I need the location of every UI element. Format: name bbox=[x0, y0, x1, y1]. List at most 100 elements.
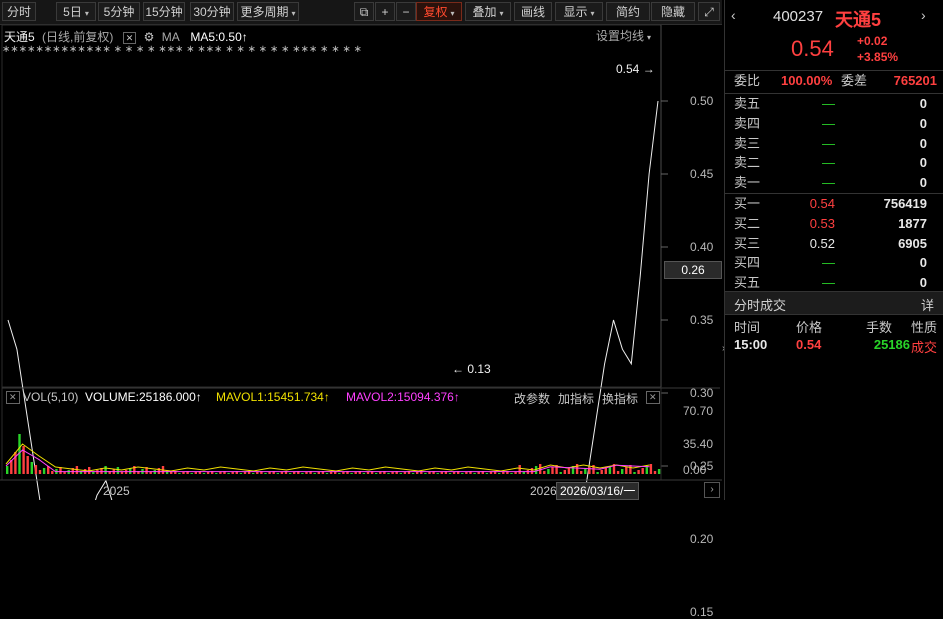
toolbar-tab[interactable]: 显示 ▾ bbox=[555, 2, 603, 21]
level-label: 卖三 bbox=[734, 135, 761, 151]
toolbar-tab[interactable]: 更多周期 ▾ bbox=[237, 2, 299, 21]
volume-bar bbox=[416, 472, 419, 474]
sell-level-row[interactable]: 卖四 — 0 bbox=[725, 114, 943, 134]
volume-bar bbox=[354, 472, 357, 474]
volume-bar bbox=[399, 473, 402, 474]
volume-bar bbox=[317, 472, 320, 474]
toolbar-tab[interactable]: 复权 ▾ bbox=[416, 2, 462, 21]
volume-bar bbox=[149, 472, 152, 474]
toolbar-tab[interactable]: 分时 bbox=[2, 2, 36, 21]
price-tick-label: 0.20 bbox=[690, 532, 714, 546]
level-label: 买三 bbox=[734, 235, 761, 251]
forward-icon[interactable]: › bbox=[921, 7, 926, 23]
chart-toolbar: 分时 5日 ▾ 5分钟 15分钟 30分钟 更多周期 ▾ 复权 ▾ 叠加 ▾ 画线 显示 ▾ 简约 隐藏 ⧉ +… bbox=[0, 0, 722, 25]
mavol2-value: MAVOL2:15094.376↑ bbox=[346, 390, 460, 404]
volume-bar bbox=[588, 467, 591, 474]
sell-level-row[interactable]: 卖二 — 0 bbox=[725, 153, 943, 173]
toolbar-tab[interactable]: 30分钟 bbox=[190, 2, 234, 21]
gear-icon[interactable]: ⚙ bbox=[144, 30, 155, 44]
volume-bar bbox=[637, 470, 640, 474]
level-label: 买一 bbox=[734, 196, 761, 211]
volume-bar bbox=[559, 472, 562, 474]
buy-level-row[interactable]: 买三 0.52 6905 bbox=[725, 234, 943, 254]
mavol1-value: MAVOL1:15451.734↑ bbox=[216, 390, 330, 404]
sell-level-row[interactable]: 卖一 — 0 bbox=[725, 173, 943, 193]
trades-column-header: 时间 bbox=[734, 320, 761, 335]
price-tick-label: 0.15 bbox=[690, 605, 714, 619]
volume-bar bbox=[38, 470, 42, 474]
fullscreen-icon[interactable]: ⤢ bbox=[698, 2, 720, 21]
level-volume: 0 bbox=[919, 275, 927, 291]
volume-bar bbox=[170, 472, 173, 474]
toolbar-tab[interactable]: 5日 ▾ bbox=[56, 2, 96, 21]
ma-settings-button[interactable]: 设置均线 ▾ bbox=[596, 27, 651, 44]
volume-bar bbox=[551, 467, 554, 474]
volume-bar bbox=[92, 472, 95, 474]
zoom-in-icon[interactable]: + bbox=[375, 2, 395, 21]
volume-bar bbox=[34, 465, 38, 474]
volume-bar bbox=[157, 468, 161, 474]
close-icon[interactable]: ✕ bbox=[646, 391, 660, 404]
chevron-down-icon: ▾ bbox=[499, 9, 504, 18]
close-icon[interactable]: ✕ bbox=[6, 391, 20, 404]
level-label: 卖二 bbox=[734, 155, 761, 171]
volume-bar bbox=[567, 468, 571, 474]
stock-name-label: 天通5 bbox=[4, 30, 35, 44]
toolbar-tab[interactable]: 叠加 ▾ bbox=[465, 2, 511, 21]
chevron-right-icon[interactable]: › bbox=[704, 482, 720, 498]
volume-bar bbox=[633, 472, 636, 474]
level-price: — bbox=[822, 96, 835, 111]
quote-panel: ‹ 400237 天通5 › 0.54 +0.02 +3.85% 委比 100.… bbox=[724, 0, 943, 500]
chevron-down-icon: ▾ bbox=[291, 9, 296, 18]
level-price: 0.53 bbox=[809, 215, 835, 231]
high-annotation: 0.54 → bbox=[616, 62, 655, 76]
detail-button[interactable]: 详 bbox=[921, 295, 934, 314]
add-indicator-button[interactable]: 加指标 bbox=[558, 390, 594, 407]
level-volume: 0 bbox=[919, 155, 927, 171]
toolbar-tab[interactable]: 隐藏 bbox=[651, 2, 695, 21]
buy-level-row[interactable]: 买五 — 0 bbox=[725, 273, 943, 293]
buy-level-row[interactable]: 买一 0.54 756419 bbox=[725, 194, 943, 214]
settings-icon[interactable]: ✕ bbox=[122, 32, 137, 44]
stock-name: 天通5 bbox=[835, 10, 882, 30]
trades-table-header: 时间 价格 手数 性质 bbox=[725, 317, 943, 335]
toolbar-tab[interactable]: 简约 bbox=[606, 2, 650, 21]
level-price: — bbox=[822, 275, 835, 291]
volume-bar bbox=[502, 472, 505, 474]
trade-price: 0.54 bbox=[796, 337, 822, 352]
toolbar-tab[interactable]: 画线 bbox=[514, 2, 552, 21]
price-chart[interactable] bbox=[0, 25, 722, 500]
volume-bar bbox=[436, 473, 439, 474]
volume-bar bbox=[190, 473, 193, 474]
toolbar-tab[interactable]: 5分钟 bbox=[98, 2, 140, 21]
zoom-out-icon[interactable]: − bbox=[396, 2, 416, 21]
sell-level-row[interactable]: 卖三 — 0 bbox=[725, 134, 943, 154]
volume-bar bbox=[288, 473, 292, 474]
level-volume: 0 bbox=[919, 135, 927, 151]
trade-row: 15:00 0.54 25186 成交 bbox=[725, 337, 943, 355]
level-label: 买五 bbox=[734, 275, 761, 291]
volume-bar bbox=[522, 472, 525, 474]
volume-bar bbox=[448, 473, 452, 474]
volume-bar bbox=[440, 472, 443, 474]
chevron-down-icon: ▾ bbox=[84, 9, 89, 18]
volume-tick-label: 0.00 bbox=[683, 463, 707, 477]
sell-level-row[interactable]: 卖五 — 0 bbox=[725, 94, 943, 114]
switch-indicator-button[interactable]: 换指标 bbox=[602, 390, 638, 407]
volume-bar bbox=[329, 472, 333, 474]
chevron-down-icon: ▾ bbox=[590, 9, 595, 18]
volume-bar bbox=[280, 472, 284, 474]
buy-level-row[interactable]: 买二 0.53 1877 bbox=[725, 214, 943, 234]
change-params-button[interactable]: 改参数 bbox=[514, 390, 550, 407]
volume-bar bbox=[206, 472, 210, 474]
volume-bar bbox=[473, 473, 476, 474]
back-icon[interactable]: ‹ bbox=[731, 7, 736, 23]
toolbar-tab[interactable]: 15分钟 bbox=[143, 2, 185, 21]
volume-bar bbox=[26, 456, 29, 474]
volume-bar bbox=[227, 473, 230, 474]
level-volume: 0 bbox=[919, 175, 927, 191]
copy-icon[interactable]: ⧉ bbox=[354, 2, 374, 21]
buy-level-row[interactable]: 买四 — 0 bbox=[725, 253, 943, 273]
volume-bar bbox=[239, 473, 243, 474]
volume-bar bbox=[243, 472, 247, 474]
